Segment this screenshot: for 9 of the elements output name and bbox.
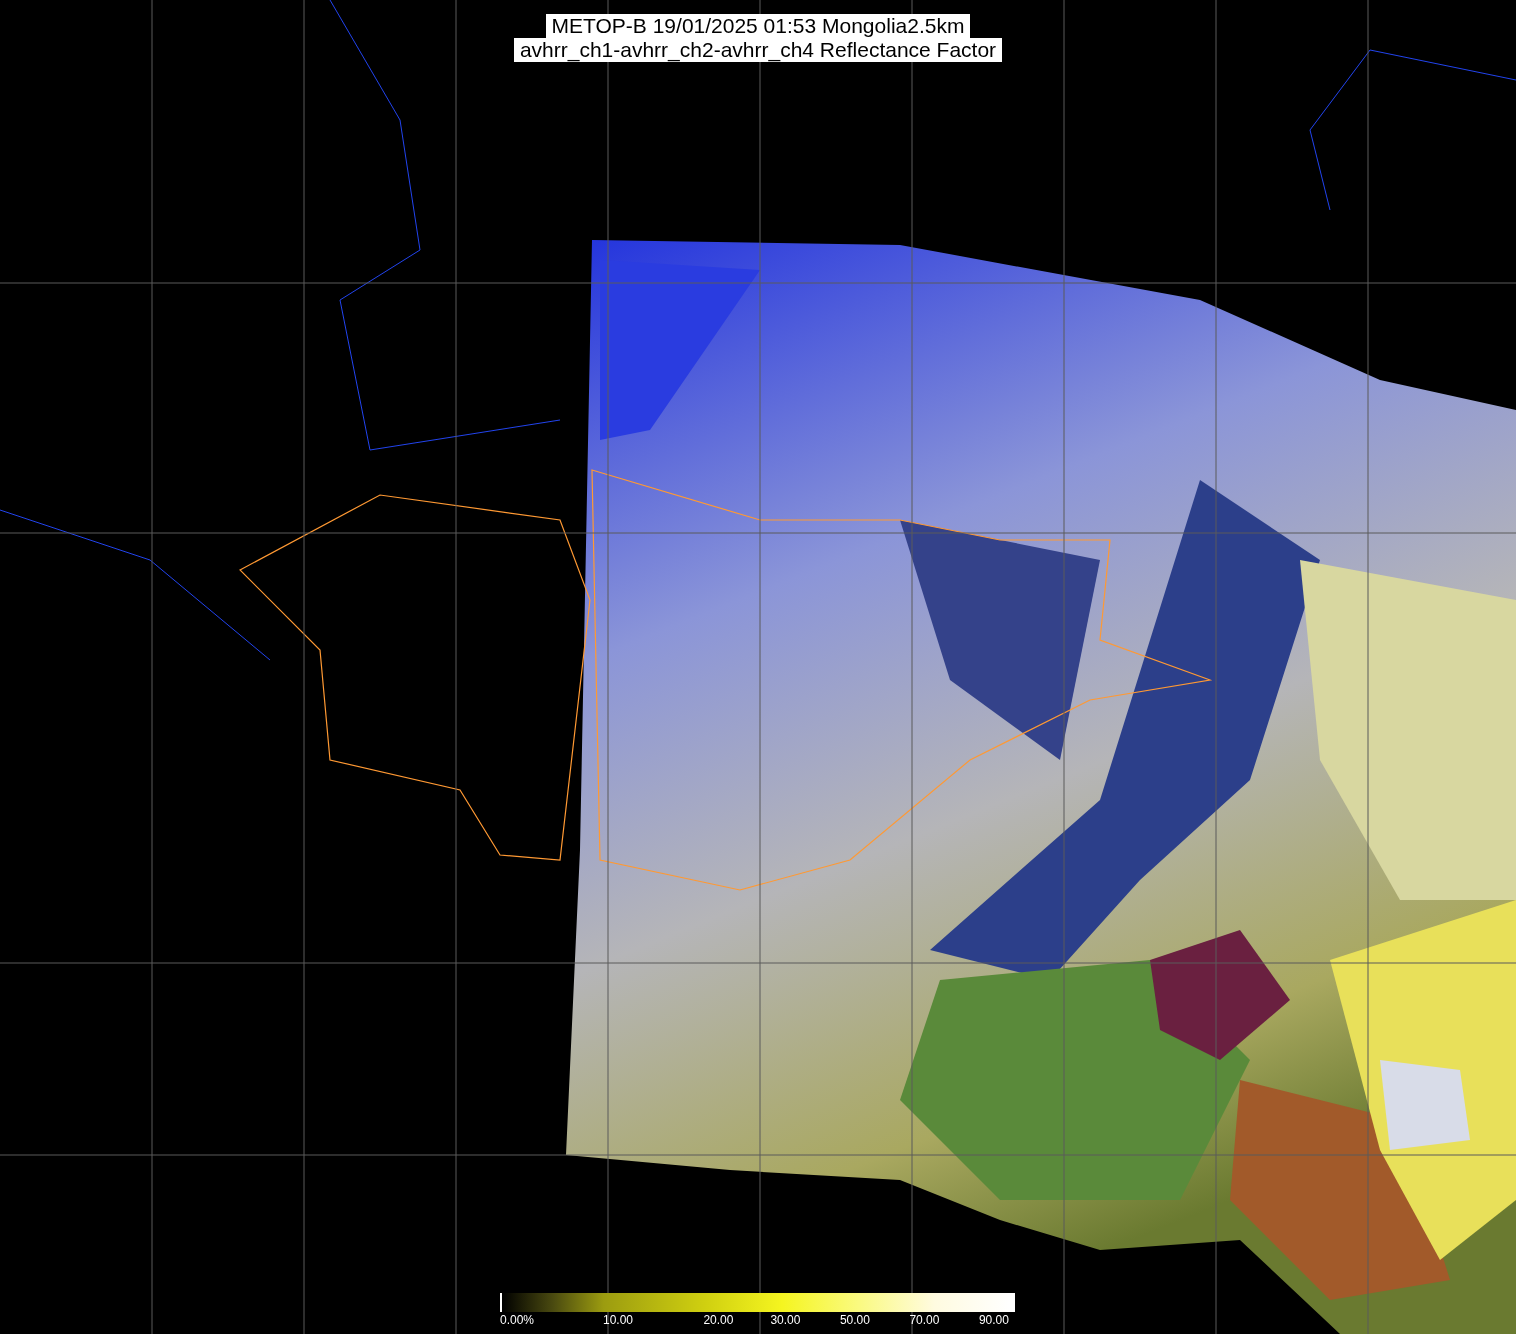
scale-label: 50.00 (839, 1313, 870, 1327)
scale-label: 20.00 (703, 1313, 734, 1327)
scale-label: 90.00 (978, 1313, 1009, 1327)
scale-label: 10.00 (603, 1313, 634, 1327)
title-text: avhrr_ch1-avhrr_ch2-avhrr_ch4 Reflectance Factor (513, 38, 1003, 62)
title-text: METOP-B 19/01/2025 01:53 Mongolia2.5km (545, 14, 971, 38)
scale-label: 70.00 (909, 1313, 940, 1327)
scale-label: 0.00% (500, 1313, 535, 1327)
scale-label: 30.00 (770, 1313, 801, 1327)
